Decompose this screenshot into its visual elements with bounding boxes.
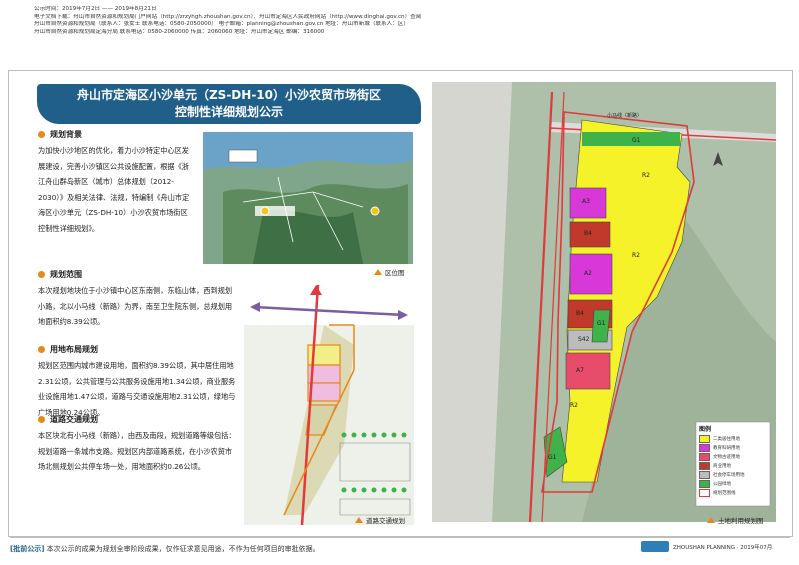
legend-item: 商业用地 xyxy=(699,461,769,470)
section-body: 本区块北有小马线（新路），由西及南段，规划道路等级包括：规划道路一条城市支路。规… xyxy=(38,431,236,471)
section-traffic: 道路交通规划 本区块北有小马线（新路），由西及南段，规划道路等级包括：规划道路一… xyxy=(38,413,238,475)
legend-title: 图例 xyxy=(699,426,712,433)
traffic-plan-map xyxy=(244,285,414,525)
section-landuse: 用地布局规划 规划区范围内城市建设用地，面积约8.39公顷，其中居住用地2.31… xyxy=(38,343,238,420)
legend-item: 教育科研用地 xyxy=(699,443,769,452)
title-banner: 舟山市定海区小沙单元（ZS-DH-10）小沙农贸市场街区 控制性详细规划公示 xyxy=(37,84,421,124)
caption-landuse: 土地利用规划图 xyxy=(707,515,764,525)
header-line: 舟山市自然资源和规划局定海分局 联系电话：0580-2060000 传真：206… xyxy=(34,28,325,35)
announcement-header: 公示时间：2019年7月2日 —— 2019年8月21日 电子文档下载：舟山市自… xyxy=(34,6,454,36)
header-line: 舟山市自然资源和规划局（联系人：张女士 联系电话：0580-2050000） 电… xyxy=(34,21,409,28)
bullet-icon xyxy=(38,271,45,278)
section-title: 规划背景 xyxy=(50,129,82,139)
caption-location: 区位图 xyxy=(374,267,405,277)
legend-item: 二类居住用地 xyxy=(699,434,769,443)
triangle-icon xyxy=(374,269,382,275)
brand-text: ZHOUSHAN PLANNING · 2019年07月 xyxy=(673,544,773,551)
section-body: 本次规划地块位于小沙镇中心区东南侧，东临山体，西到规划小路，北以小马线（新路）为… xyxy=(38,286,233,326)
section-title: 用地布局规划 xyxy=(50,344,98,354)
brand: ZHOUSHAN PLANNING · 2019年07月 xyxy=(641,541,772,552)
parcel-label: G1 xyxy=(632,137,641,144)
bullet-icon xyxy=(38,416,45,423)
section-body: 为加快小沙地区的优化，着力小沙特定中心区发展建设，完善小沙镇区公共设施配置，根据… xyxy=(38,146,190,233)
bullet-icon xyxy=(38,346,45,353)
section-background: 规划背景 为加快小沙地区的优化，着力小沙特定中心区发展建设，完善小沙镇区公共设施… xyxy=(38,128,194,236)
parcel-label: G1 xyxy=(597,320,606,327)
triangle-icon xyxy=(355,517,363,523)
header-line: 电子文档下载：舟山市自然资源和规划局门户网站（http://zrzyhgh.zh… xyxy=(34,13,422,20)
legend-item: 公园绿地 xyxy=(699,479,769,488)
parcel-label: G1 xyxy=(548,454,557,461)
title-line-1: 舟山市定海区小沙单元（ZS-DH-10）小沙农贸市场街区 xyxy=(76,88,381,102)
title-line-2: 控制性详细规划公示 xyxy=(174,105,283,119)
section-body: 规划区范围内城市建设用地，面积约8.39公顷，其中居住用地2.31公顷，公共管理… xyxy=(38,361,236,417)
legend-item: 规划范围线 xyxy=(699,488,769,497)
parcel-label: R2 xyxy=(642,172,650,179)
triangle-icon xyxy=(707,517,715,523)
section-scope: 规划范围 本次规划地块位于小沙镇中心区东南侧，东临山体，西到规划小路，北以小马线… xyxy=(38,268,238,330)
parcel-label: S42 xyxy=(578,336,590,343)
footer-tag: [批前公示] xyxy=(10,545,45,553)
road-label: 小马线（新路） xyxy=(607,113,643,119)
parcel-label: A2 xyxy=(584,270,592,277)
map-legend: 图例 二类居住用地 教育科研用地 文物古迹用地 商业用地 社会停车场用地 公园绿… xyxy=(699,424,769,497)
bullet-icon xyxy=(38,131,45,138)
parcel-label: B4 xyxy=(584,230,592,237)
brand-logo-icon xyxy=(641,541,669,552)
parcel-label: B4 xyxy=(576,310,584,317)
caption-traffic: 道路交通规划 xyxy=(355,515,405,525)
location-map xyxy=(203,132,413,264)
footer-note: 本次公示的成果为规划全审阶段成果，仅作征求意见用途，不作为任何项目的审批依据。 xyxy=(46,545,320,553)
parcel-label: R2 xyxy=(632,252,640,259)
section-title: 道路交通规划 xyxy=(50,414,98,424)
legend-item: 社会停车场用地 xyxy=(699,470,769,479)
parcel-label: A7 xyxy=(576,367,584,374)
parcel-label: R2 xyxy=(570,402,578,409)
section-title: 规划范围 xyxy=(50,269,82,279)
header-line: 公示时间：2019年7月2日 —— 2019年8月21日 xyxy=(34,6,157,12)
parcel-label: A3 xyxy=(582,198,590,205)
legend-item: 文物古迹用地 xyxy=(699,452,769,461)
